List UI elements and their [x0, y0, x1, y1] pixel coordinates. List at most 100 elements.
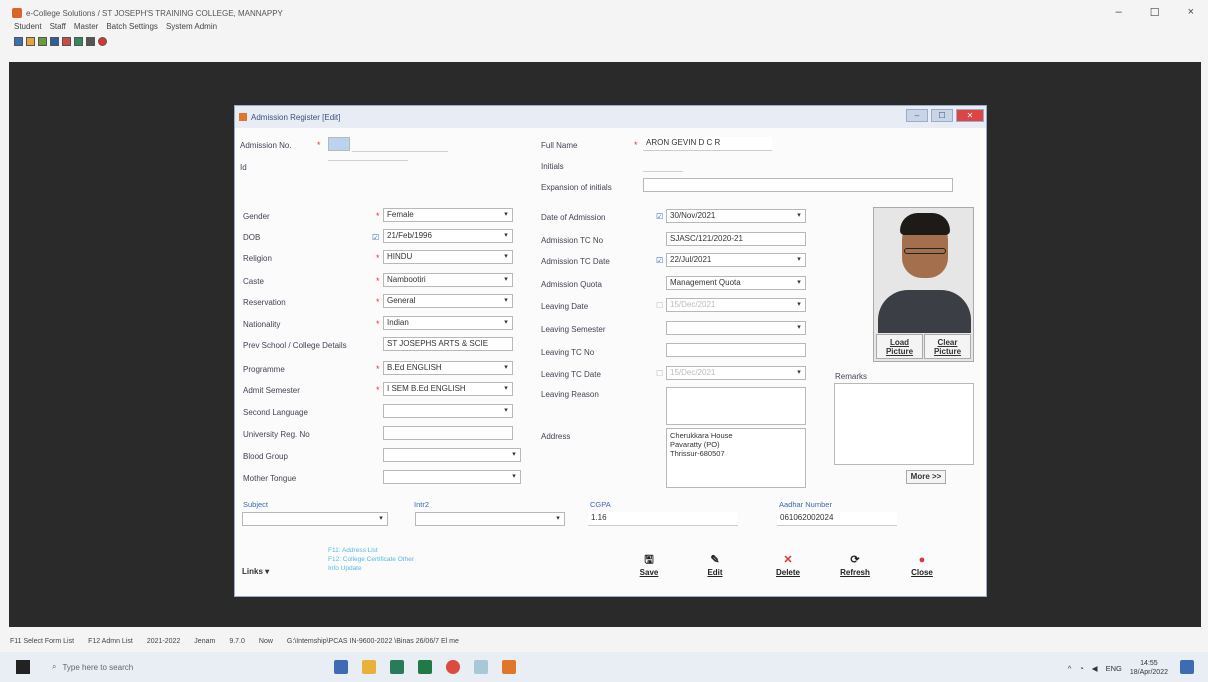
remarks-field[interactable] — [834, 383, 974, 465]
chevron-down-icon[interactable]: ▾ — [376, 514, 386, 524]
chevron-down-icon[interactable]: ▾ — [794, 278, 804, 288]
chevron-down-icon[interactable]: ▾ — [794, 300, 804, 310]
leaving-tc-date-checkbox[interactable]: ☐ — [656, 369, 663, 378]
exam-icon[interactable] — [62, 37, 71, 46]
dob-picker[interactable]: 21/Feb/1996 ▾ — [383, 229, 513, 243]
taskbar-search[interactable]: ⌕ Type here to search — [52, 662, 133, 672]
programme-select[interactable]: B.Ed ENGLISH ▾ — [383, 361, 513, 375]
intr2-select[interactable]: ▾ — [415, 512, 565, 526]
id-field[interactable] — [328, 160, 408, 161]
chevron-down-icon[interactable]: ▾ — [794, 255, 804, 265]
date-admission-checkbox[interactable]: ☑ — [656, 212, 663, 221]
blood-group-select[interactable]: ▾ — [383, 448, 521, 462]
admission-quota-select[interactable]: Management Quota ▾ — [666, 276, 806, 290]
clock[interactable]: 14:55 18/Apr/2022 — [1130, 659, 1168, 677]
chevron-down-icon[interactable]: ▾ — [794, 323, 804, 333]
chevron-down-icon[interactable]: ▾ — [501, 275, 511, 285]
library-icon[interactable] — [74, 37, 83, 46]
notification-icon[interactable] — [1180, 660, 1194, 674]
chevron-down-icon[interactable]: ▾ — [509, 472, 519, 482]
date-admission-picker[interactable]: 30/Nov/2021 ▾ — [666, 209, 806, 223]
fees-icon[interactable] — [38, 37, 47, 46]
religion-select[interactable]: HINDU ▾ — [383, 250, 513, 264]
close-button[interactable]: ● Close — [903, 552, 941, 586]
close-icon[interactable]: × — [1188, 6, 1194, 19]
minimize-icon[interactable]: – — [1116, 6, 1122, 19]
leaving-date-picker[interactable]: 15/Dec/2021 ▾ — [666, 298, 806, 312]
refresh-button[interactable]: ⟳ Refresh — [836, 552, 874, 586]
university-reg-field[interactable] — [383, 426, 513, 440]
aadhar-field[interactable]: 061062002024 — [777, 512, 897, 526]
full-name-field[interactable]: ARON GEVIN D C R — [643, 137, 772, 151]
ecollege-taskbar-icon[interactable] — [502, 660, 516, 674]
leaving-reason-field[interactable] — [666, 387, 806, 425]
admission-tc-date-picker[interactable]: 22/Jul/2021 ▾ — [666, 253, 806, 267]
network-icon[interactable]: ◔ — [1079, 664, 1084, 673]
windows-start-icon[interactable] — [16, 660, 30, 674]
maximize-icon[interactable]: ☐ — [1150, 6, 1160, 19]
language-indicator[interactable]: ENG — [1106, 664, 1122, 673]
delete-button[interactable]: ✕ Delete — [769, 552, 807, 586]
chevron-down-icon[interactable]: ▾ — [501, 296, 511, 306]
dialog-minimize-icon[interactable]: – — [906, 109, 928, 122]
exit-icon[interactable] — [98, 37, 107, 46]
chevron-down-icon[interactable]: ▾ — [501, 231, 511, 241]
dialog-close-icon[interactable]: ✕ — [956, 109, 984, 122]
admission-no-field[interactable] — [328, 137, 350, 151]
leaving-tc-date-picker[interactable]: 15/Dec/2021 ▾ — [666, 366, 806, 380]
student-icon[interactable] — [14, 37, 23, 46]
leaving-semester-select[interactable]: ▾ — [666, 321, 806, 335]
leaving-tc-no-field[interactable] — [666, 343, 806, 357]
chevron-down-icon[interactable]: ▾ — [794, 211, 804, 221]
chevron-up-icon[interactable]: ^ — [1068, 664, 1072, 673]
menu-master[interactable]: Master — [74, 22, 98, 31]
edit-button[interactable]: ✎ Edit — [696, 552, 734, 586]
expansion-initials-field[interactable] — [643, 178, 953, 192]
menu-batch-settings[interactable]: Batch Settings — [106, 22, 158, 31]
save-button[interactable]: 🖫 Save — [630, 552, 668, 586]
chevron-down-icon[interactable]: ▾ — [501, 252, 511, 262]
file-explorer-taskbar-icon[interactable] — [362, 660, 376, 674]
cgpa-field[interactable]: 1.16 — [588, 512, 738, 526]
calculator-taskbar-icon[interactable] — [334, 660, 348, 674]
notepad-taskbar-icon[interactable] — [474, 660, 488, 674]
address-field[interactable]: Cherukkara House Pavaratty (PO) Thrissur… — [666, 428, 806, 488]
report-icon[interactable] — [50, 37, 59, 46]
clear-picture-button[interactable]: Clear Picture — [924, 334, 971, 359]
caste-select[interactable]: Nambootiri ▾ — [383, 273, 513, 287]
menu-staff[interactable]: Staff — [50, 22, 66, 31]
volume-icon[interactable]: ◀ — [1092, 664, 1098, 673]
admission-tc-date-checkbox[interactable]: ☑ — [656, 256, 663, 265]
chevron-down-icon[interactable]: ▾ — [509, 450, 519, 460]
chevron-down-icon[interactable]: ▾ — [501, 210, 511, 220]
dialog-maximize-icon[interactable]: ☐ — [931, 109, 953, 122]
link-info-update[interactable]: Info Update — [328, 564, 414, 573]
reservation-select[interactable]: General ▾ — [383, 294, 513, 308]
excel-taskbar-icon[interactable] — [418, 660, 432, 674]
subject-select[interactable]: ▾ — [242, 512, 388, 526]
admission-tc-no-field[interactable]: SJASC/121/2020-21 — [666, 232, 806, 246]
nationality-select[interactable]: Indian ▾ — [383, 316, 513, 330]
chevron-down-icon[interactable]: ▾ — [501, 384, 511, 394]
chevron-down-icon[interactable]: ▾ — [501, 363, 511, 373]
links-dropdown[interactable]: Links ▾ — [242, 567, 269, 576]
mother-tongue-select[interactable]: ▾ — [383, 470, 521, 484]
chevron-down-icon[interactable]: ▾ — [553, 514, 563, 524]
second-language-select[interactable]: ▾ — [383, 404, 513, 418]
settings-icon[interactable] — [86, 37, 95, 46]
menu-student[interactable]: Student — [14, 22, 42, 31]
more-button[interactable]: More >> — [906, 470, 946, 484]
staff-icon[interactable] — [26, 37, 35, 46]
chevron-down-icon[interactable]: ▾ — [501, 406, 511, 416]
chevron-down-icon[interactable]: ▾ — [794, 368, 804, 378]
load-picture-button[interactable]: Load Picture — [876, 334, 923, 359]
admit-semester-select[interactable]: I SEM B.Ed ENGLISH ▾ — [383, 382, 513, 396]
gender-select[interactable]: Female ▾ — [383, 208, 513, 222]
leaving-date-checkbox[interactable]: ☐ — [656, 301, 663, 310]
link-college-certificate[interactable]: F12: College Certificate Other — [328, 555, 414, 564]
dob-checkbox[interactable]: ☑ — [372, 233, 379, 242]
store-taskbar-icon[interactable] — [390, 660, 404, 674]
prev-school-field[interactable]: ST JOSEPHS ARTS & SCIE — [383, 337, 513, 351]
link-address-list[interactable]: F11: Address List — [328, 546, 414, 555]
chevron-down-icon[interactable]: ▾ — [501, 318, 511, 328]
